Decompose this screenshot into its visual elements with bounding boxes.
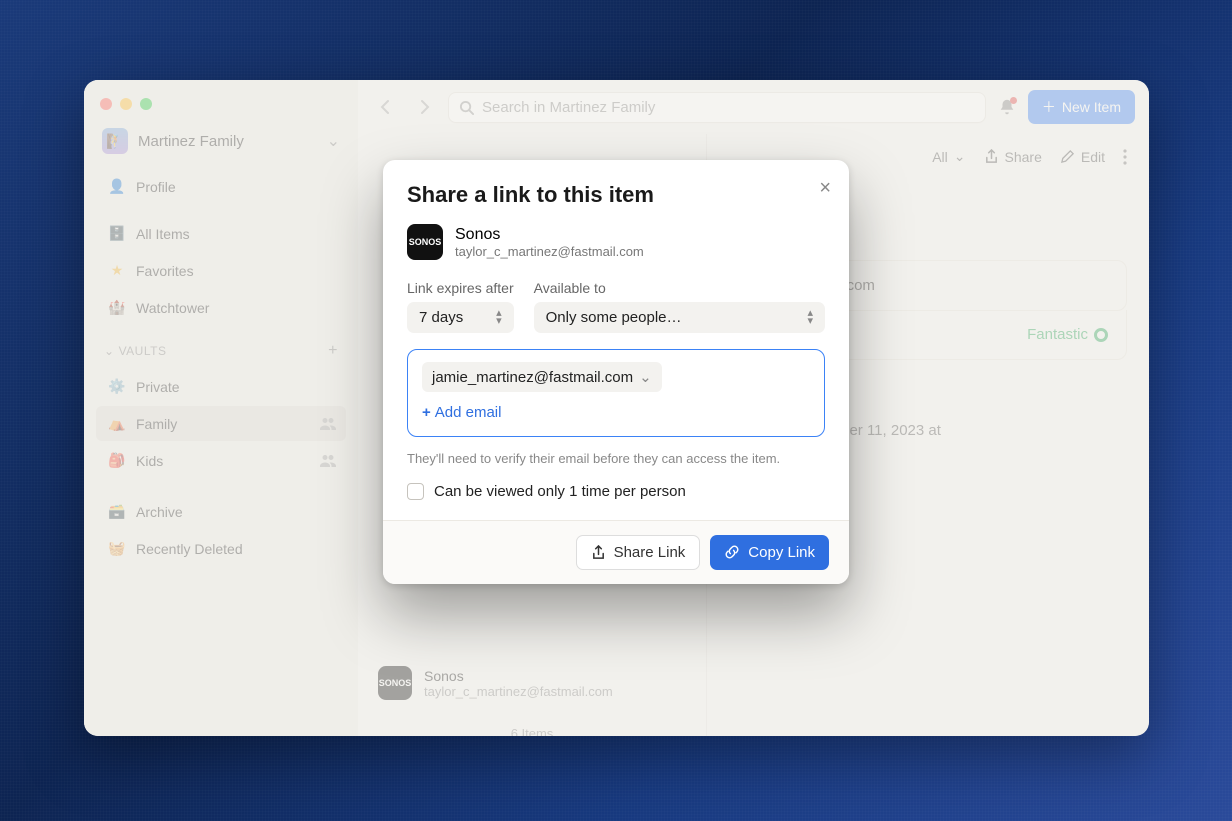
stepper-icon: ▴▾ xyxy=(496,310,502,325)
expire-label: Link expires after xyxy=(407,280,514,296)
checkbox[interactable] xyxy=(407,483,424,500)
hint-text: They'll need to verify their email befor… xyxy=(407,449,825,469)
expire-select[interactable]: 7 days ▴▾ xyxy=(407,302,514,333)
share-link-label: Share Link xyxy=(614,544,686,561)
modal-item-sub: taylor_c_martinez@fastmail.com xyxy=(455,244,644,259)
available-label: Available to xyxy=(534,280,825,296)
available-select[interactable]: Only some people… ▴▾ xyxy=(534,302,825,333)
share-link-modal: Share a link to this item × SONOS Sonos … xyxy=(383,160,849,584)
modal-item-name: Sonos xyxy=(455,226,644,244)
sonos-icon: SONOS xyxy=(407,224,443,260)
close-button[interactable]: × xyxy=(819,178,831,198)
add-email-button[interactable]: + Add email xyxy=(422,404,501,421)
email-chip[interactable]: jamie_martinez@fastmail.com ⌄ xyxy=(422,362,662,392)
modal-title: Share a link to this item xyxy=(407,182,825,208)
modal-footer: Share Link Copy Link xyxy=(383,520,849,584)
email-chip-value: jamie_martinez@fastmail.com xyxy=(432,369,633,386)
expire-value: 7 days xyxy=(419,309,463,326)
available-value: Only some people… xyxy=(546,309,682,326)
add-email-label: Add email xyxy=(435,404,502,421)
view-once-label: Can be viewed only 1 time per person xyxy=(434,483,686,500)
recipient-box: jamie_martinez@fastmail.com ⌄ + Add emai… xyxy=(407,349,825,437)
plus-icon: + xyxy=(422,404,431,421)
share-link-button[interactable]: Share Link xyxy=(576,535,701,570)
view-once-option[interactable]: Can be viewed only 1 time per person xyxy=(407,483,825,506)
copy-link-button[interactable]: Copy Link xyxy=(710,535,829,570)
modal-item-row: SONOS Sonos taylor_c_martinez@fastmail.c… xyxy=(407,224,825,260)
chevron-down-icon: ⌄ xyxy=(639,368,652,386)
stepper-icon: ▴▾ xyxy=(807,310,813,325)
copy-link-label: Copy Link xyxy=(748,544,815,561)
